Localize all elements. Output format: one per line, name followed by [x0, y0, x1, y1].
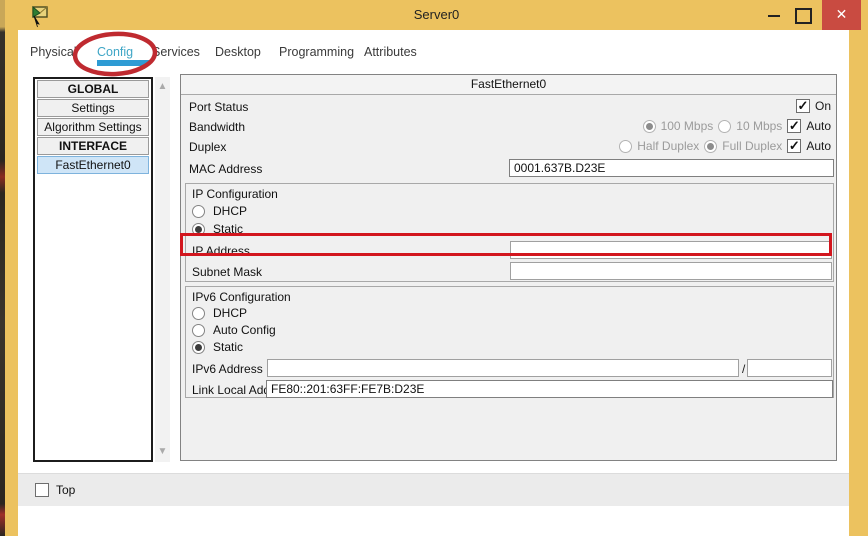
bandwidth-auto-label: Auto	[806, 119, 831, 133]
bandwidth-label: Bandwidth	[189, 120, 245, 134]
top-toggle[interactable]: Top	[35, 483, 75, 497]
duplex-auto-label: Auto	[806, 139, 831, 153]
ip-static-option[interactable]: Static	[192, 222, 243, 236]
bandwidth-10mbps-label: 10 Mbps	[736, 119, 782, 133]
window-title: Server0	[5, 7, 868, 22]
duplex-half-radio[interactable]	[619, 140, 632, 153]
subnet-mask-field[interactable]	[510, 262, 832, 280]
duplex-controls: Half Duplex Full Duplex Auto	[619, 139, 831, 153]
top-label: Top	[56, 483, 75, 497]
ipv6-prefix-separator: /	[742, 362, 745, 376]
titlebar[interactable]: Server0	[5, 0, 868, 30]
port-status-label: Port Status	[189, 100, 248, 114]
maximize-button[interactable]	[790, 0, 814, 30]
tab-programming[interactable]: Programming	[279, 45, 354, 59]
sidebar-scrollbar[interactable]: ▲ ▼	[155, 77, 170, 462]
duplex-full-radio[interactable]	[704, 140, 717, 153]
sidebar-item-settings[interactable]: Settings	[37, 99, 149, 117]
tab-services[interactable]: Services	[152, 45, 200, 59]
active-tab-indicator	[97, 60, 149, 66]
tab-physical[interactable]: Physical	[30, 45, 77, 59]
scroll-up-icon[interactable]: ▲	[155, 79, 170, 95]
interface-panel: FastEthernet0 Port Status On Bandwidth 1…	[180, 74, 837, 461]
scroll-down-icon[interactable]: ▼	[155, 444, 170, 460]
bandwidth-auto-checkbox[interactable]	[787, 119, 801, 133]
mac-address-label: MAC Address	[189, 162, 262, 176]
duplex-full-label: Full Duplex	[722, 139, 782, 153]
ipv6-dhcp-option[interactable]: DHCP	[192, 306, 247, 320]
sidebar-item-algorithm-settings[interactable]: Algorithm Settings	[37, 118, 149, 136]
config-sidebar: GLOBAL Settings Algorithm Settings INTER…	[33, 77, 153, 462]
window-border-right	[849, 30, 868, 536]
subnet-mask-label: Subnet Mask	[192, 265, 262, 279]
close-button[interactable]: ✕	[822, 0, 861, 30]
ipv6-autoconfig-option[interactable]: Auto Config	[192, 323, 276, 337]
ip-address-label: IP Address	[192, 244, 250, 258]
footer-bar: Top	[18, 473, 849, 506]
ipv6-dhcp-radio[interactable]	[192, 307, 205, 320]
sidebar-item-fastethernet0[interactable]: FastEthernet0	[37, 156, 149, 174]
ip-static-label: Static	[213, 222, 243, 236]
bandwidth-100mbps-label: 100 Mbps	[661, 119, 714, 133]
tab-attributes[interactable]: Attributes	[364, 45, 417, 59]
ip-static-radio[interactable]	[192, 223, 205, 236]
panel-title: FastEthernet0	[181, 75, 836, 95]
ipv6-autoconfig-label: Auto Config	[213, 323, 276, 337]
ipv6-prefix-field[interactable]	[747, 359, 832, 377]
ipv6-address-field[interactable]	[267, 359, 739, 377]
ip-address-field[interactable]	[510, 241, 832, 259]
window-border-left	[5, 30, 18, 536]
duplex-auto-checkbox[interactable]	[787, 139, 801, 153]
tab-desktop[interactable]: Desktop	[215, 45, 261, 59]
port-status-controls: On	[796, 99, 831, 113]
mac-address-field[interactable]: 0001.637B.D23E	[509, 159, 834, 177]
sidebar-header-global[interactable]: GLOBAL	[37, 80, 149, 98]
ipv6-dhcp-label: DHCP	[213, 306, 247, 320]
ipv6-autoconfig-radio[interactable]	[192, 324, 205, 337]
ip-dhcp-label: DHCP	[213, 204, 247, 218]
ip-configuration-section: IP Configuration DHCP Static IP Address …	[185, 183, 834, 282]
bandwidth-100mbps-radio[interactable]	[643, 120, 656, 133]
tab-config[interactable]: Config	[97, 45, 133, 59]
ipv6-configuration-title: IPv6 Configuration	[192, 290, 291, 304]
bandwidth-controls: 100 Mbps 10 Mbps Auto	[643, 119, 831, 133]
ip-configuration-title: IP Configuration	[192, 187, 278, 201]
port-status-on-label: On	[815, 99, 831, 113]
duplex-label: Duplex	[189, 140, 226, 154]
link-local-field[interactable]: FE80::201:63FF:FE7B:D23E	[266, 380, 833, 398]
ipv6-static-option[interactable]: Static	[192, 340, 243, 354]
packet-tracer-device-window: Server0 ✕ Physical Config Services Deskt…	[0, 0, 868, 536]
minimize-button[interactable]	[763, 0, 787, 30]
sidebar-header-interface[interactable]: INTERFACE	[37, 137, 149, 155]
ipv6-configuration-section: IPv6 Configuration DHCP Auto Config Stat…	[185, 286, 834, 398]
top-checkbox[interactable]	[35, 483, 49, 497]
ipv6-static-radio[interactable]	[192, 341, 205, 354]
ipv6-static-label: Static	[213, 340, 243, 354]
ip-dhcp-option[interactable]: DHCP	[192, 204, 247, 218]
ipv6-address-label: IPv6 Address	[192, 362, 263, 376]
bandwidth-10mbps-radio[interactable]	[718, 120, 731, 133]
port-status-checkbox[interactable]	[796, 99, 810, 113]
duplex-half-label: Half Duplex	[637, 139, 699, 153]
ip-dhcp-radio[interactable]	[192, 205, 205, 218]
